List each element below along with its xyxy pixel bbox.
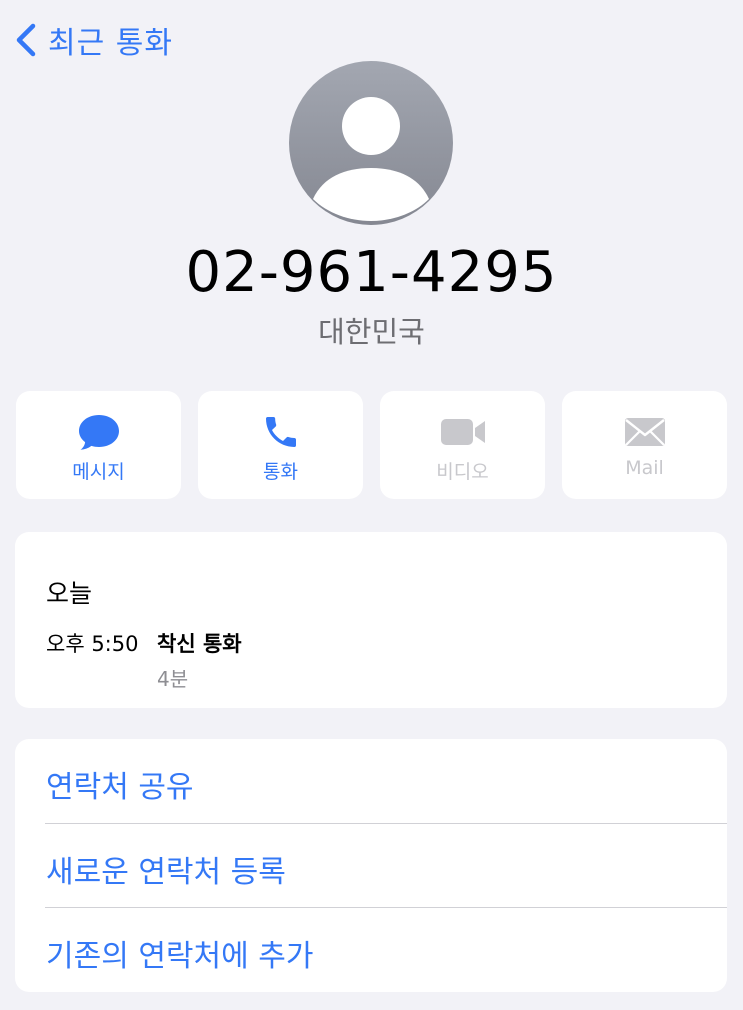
phone-number: 02-961-4295 [185, 240, 558, 305]
phone-icon [265, 417, 296, 447]
video-button-label: 비디오 [436, 461, 489, 483]
add-to-existing-contact-button[interactable]: 기존의 연락처에 추가 [15, 908, 727, 992]
call-time: 오후 5:50 [46, 632, 139, 656]
video-camera-icon [440, 419, 485, 445]
envelope-icon [624, 418, 665, 446]
mail-button[interactable]: Mail [562, 391, 727, 499]
add-to-existing-contact-label: 기존의 연락처에 추가 [46, 939, 314, 974]
message-button-label: 메시지 [72, 461, 125, 483]
create-new-contact-button[interactable]: 새로운 연락처 등록 [15, 824, 727, 908]
mail-button-label: Mail [625, 457, 664, 479]
country-label: 대한민국 [318, 315, 425, 349]
call-log-day: 오늘 [46, 579, 93, 608]
create-new-contact-label: 새로운 연락처 등록 [46, 855, 286, 890]
call-type: 착신 통화 [157, 632, 242, 656]
chevron-left-icon [14, 22, 38, 58]
call-button[interactable]: 통화 [198, 391, 363, 499]
back-label: 최근 통화 [48, 26, 173, 61]
call-duration: 4분 [157, 667, 189, 691]
person-silhouette-icon [313, 97, 429, 221]
message-bubble-icon [78, 415, 119, 450]
share-contact-label: 연락처 공유 [46, 770, 194, 805]
message-button[interactable]: 메시지 [16, 391, 181, 499]
video-button[interactable]: 비디오 [380, 391, 545, 499]
call-log-card [15, 532, 727, 708]
call-button-label: 통화 [263, 461, 298, 483]
contact-actions-card: 연락처 공유 새로운 연락처 등록 기존의 연락처에 추가 [15, 739, 727, 992]
share-contact-button[interactable]: 연락처 공유 [15, 739, 727, 823]
back-button[interactable]: 최근 통화 [14, 18, 173, 62]
avatar [289, 61, 453, 225]
